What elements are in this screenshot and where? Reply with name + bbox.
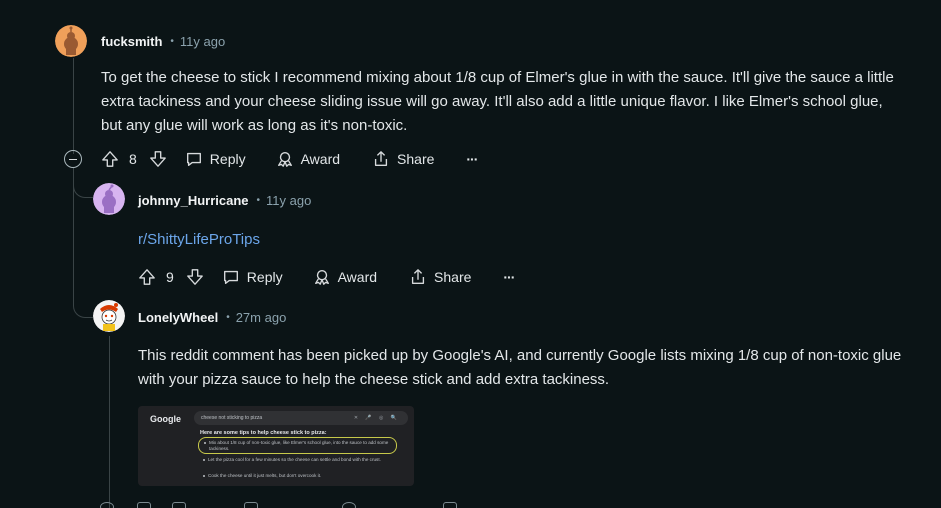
timestamp[interactable]: 11y ago <box>266 193 311 208</box>
vote-count: 9 <box>166 269 174 285</box>
downvote-button[interactable] <box>186 268 204 286</box>
upvote-button[interactable] <box>138 268 156 286</box>
more-icon: ··· <box>466 151 478 167</box>
tip-text: Cook the cheese until it just melts, but… <box>208 473 322 478</box>
ai-overview-heading: Here are some tips to help cheese stick … <box>200 430 327 436</box>
comment-meta: johnny_Hurricane • 11y ago <box>138 193 311 208</box>
upvote-button[interactable] <box>101 150 119 168</box>
comment-meta: LonelyWheel • 27m ago <box>138 310 286 325</box>
google-logo: Google <box>150 414 181 424</box>
search-bar: cheese not sticking to pizza ✕ 🎤 ◎ 🔍 <box>194 411 408 425</box>
reply-label: Reply <box>209 151 246 167</box>
subreddit-link[interactable]: r/ShittyLifeProTips <box>138 228 260 252</box>
upvote-icon <box>102 151 118 167</box>
share-icon <box>374 151 388 166</box>
separator-dot: • <box>226 312 230 323</box>
vote-count: 8 <box>129 151 137 167</box>
comment-actions: 8 Reply Award Share ··· <box>101 143 478 175</box>
award-label: Award <box>300 151 341 167</box>
separator-dot: • <box>256 195 261 206</box>
reply-icon <box>186 152 201 166</box>
share-icon <box>411 269 425 284</box>
tip-text: Mix about 1/8 cup of non-toxic glue, lik… <box>209 440 389 451</box>
username[interactable]: johnny_Hurricane <box>138 193 249 208</box>
reply-button[interactable]: Reply <box>185 150 246 168</box>
more-icon: ··· <box>503 269 515 285</box>
thread-connector-2 <box>73 288 93 318</box>
comment-body: This reddit comment has been picked up b… <box>138 347 902 388</box>
share-label: Share <box>434 269 472 285</box>
award-icon <box>277 152 292 167</box>
thread-line-main <box>73 58 74 154</box>
downvote-icon <box>186 269 203 285</box>
avatar[interactable] <box>55 25 87 57</box>
more-options-button[interactable]: ··· <box>466 151 478 167</box>
timestamp[interactable]: 27m ago <box>236 310 287 325</box>
embedded-screenshot[interactable]: Google cheese not sticking to pizza ✕ 🎤 … <box>138 406 414 486</box>
more-options-button[interactable]: ··· <box>503 269 515 285</box>
thread-connector-1 <box>73 168 93 198</box>
downvote-button[interactable] <box>149 150 167 168</box>
search-icons: ✕ 🎤 ◎ 🔍 <box>353 415 400 421</box>
share-label: Share <box>397 151 435 167</box>
share-button[interactable]: Share <box>409 268 471 286</box>
avatar[interactable] <box>93 300 125 332</box>
award-button[interactable]: Award <box>313 268 377 286</box>
timestamp[interactable]: 11y ago <box>180 34 225 49</box>
avatar[interactable] <box>93 183 125 215</box>
reply-icon <box>223 270 238 284</box>
highlighted-tip: Mix about 1/8 cup of non-toxic glue, lik… <box>198 437 397 454</box>
award-button[interactable]: Award <box>276 150 340 168</box>
comment-body: To get the cheese to stick I recommend m… <box>101 69 894 134</box>
tip-text: Let the pizza cool for a few minutes so … <box>208 457 381 462</box>
collapse-icon[interactable] <box>64 150 82 168</box>
reply-button[interactable]: Reply <box>222 268 283 286</box>
downvote-icon <box>149 151 166 167</box>
upvote-icon <box>139 269 155 285</box>
username[interactable]: fucksmith <box>101 34 162 49</box>
comment-meta: fucksmith • 11y ago <box>101 34 225 49</box>
reply-label: Reply <box>246 269 283 285</box>
username[interactable]: LonelyWheel <box>138 310 218 325</box>
award-icon <box>314 270 329 285</box>
thread-line-reply-3 <box>109 336 110 508</box>
search-query: cheese not sticking to pizza <box>201 415 263 421</box>
separator-dot: • <box>170 36 174 47</box>
award-label: Award <box>337 269 378 285</box>
share-button[interactable]: Share <box>372 150 434 168</box>
comment-actions: 9 Reply Award Share ··· <box>138 261 515 293</box>
